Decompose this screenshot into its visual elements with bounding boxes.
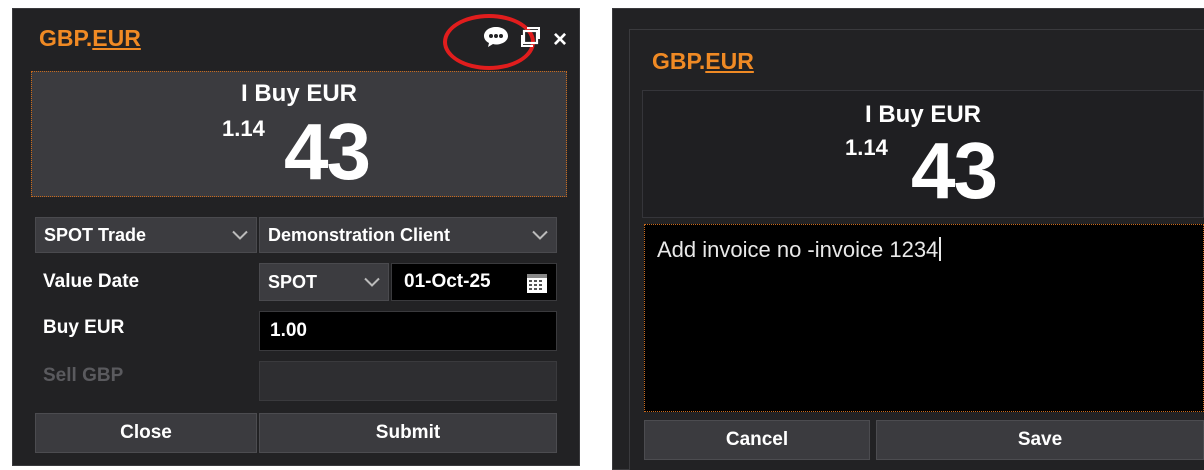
client-dropdown[interactable]: Demonstration Client bbox=[259, 217, 557, 253]
deal-ticket-panel: GBP.EUR × I Buy EUR 1.14 43 SPOT Trade D… bbox=[12, 8, 580, 466]
save-button[interactable]: Save bbox=[876, 420, 1204, 460]
chevron-down-icon bbox=[232, 225, 248, 246]
close-button[interactable]: Close bbox=[35, 413, 257, 453]
price-pips: 43 bbox=[911, 126, 998, 215]
price-pips: 43 bbox=[284, 107, 371, 196]
text-caret bbox=[939, 237, 942, 261]
sell-amount-input bbox=[259, 361, 557, 401]
price-direction-label: I Buy EUR bbox=[240, 80, 357, 107]
value-date-label: Value Date bbox=[43, 271, 140, 292]
comment-panel: GBP.EUR I Buy EUR 1.14 43 Add invoice no… bbox=[612, 8, 1204, 470]
popout-icon[interactable] bbox=[519, 25, 543, 54]
buy-price-tile[interactable]: I Buy EUR 1.14 43 bbox=[31, 71, 567, 197]
price-big-figure: 1.14 bbox=[845, 135, 888, 160]
value-date-field[interactable]: 01-Oct-25 bbox=[391, 263, 557, 301]
quote-currency-link[interactable]: EUR bbox=[92, 25, 141, 51]
comment-panel-body: GBP.EUR I Buy EUR 1.14 43 Add invoice no… bbox=[629, 29, 1204, 470]
trade-type-value: SPOT Trade bbox=[44, 224, 147, 245]
buy-amount-label: Buy EUR bbox=[43, 317, 125, 338]
comment-text: Add invoice no -invoice 1234 bbox=[657, 237, 939, 262]
trade-type-dropdown[interactable]: SPOT Trade bbox=[35, 217, 257, 253]
price-direction-label: I Buy EUR bbox=[864, 101, 981, 128]
value-date-text: 01-Oct-25 bbox=[404, 271, 491, 292]
comment-textarea[interactable]: Add invoice no -invoice 1234 bbox=[644, 224, 1204, 412]
buy-price-tile[interactable]: I Buy EUR 1.14 43 bbox=[642, 90, 1204, 218]
client-value: Demonstration Client bbox=[268, 224, 451, 245]
price-big-figure: 1.14 bbox=[222, 116, 265, 141]
quote-currency-link[interactable]: EUR bbox=[705, 48, 754, 74]
calendar-icon[interactable] bbox=[526, 272, 548, 300]
buy-amount-input[interactable]: 1.00 bbox=[259, 311, 557, 351]
chat-bubble-icon[interactable] bbox=[483, 26, 509, 53]
sell-amount-label: Sell GBP bbox=[43, 365, 124, 386]
submit-button[interactable]: Submit bbox=[259, 413, 557, 453]
close-icon[interactable]: × bbox=[553, 27, 567, 52]
currency-pair-title[interactable]: GBP.EUR bbox=[39, 25, 141, 52]
tenor-value: SPOT bbox=[268, 271, 318, 292]
tenor-dropdown[interactable]: SPOT bbox=[259, 263, 389, 301]
currency-pair-title[interactable]: GBP.EUR bbox=[652, 48, 754, 75]
chevron-down-icon bbox=[532, 225, 548, 246]
header-actions: × bbox=[483, 25, 567, 54]
base-currency: GBP. bbox=[652, 48, 706, 74]
base-currency: GBP. bbox=[39, 25, 93, 51]
chevron-down-icon bbox=[364, 272, 380, 293]
cancel-button[interactable]: Cancel bbox=[644, 420, 870, 460]
